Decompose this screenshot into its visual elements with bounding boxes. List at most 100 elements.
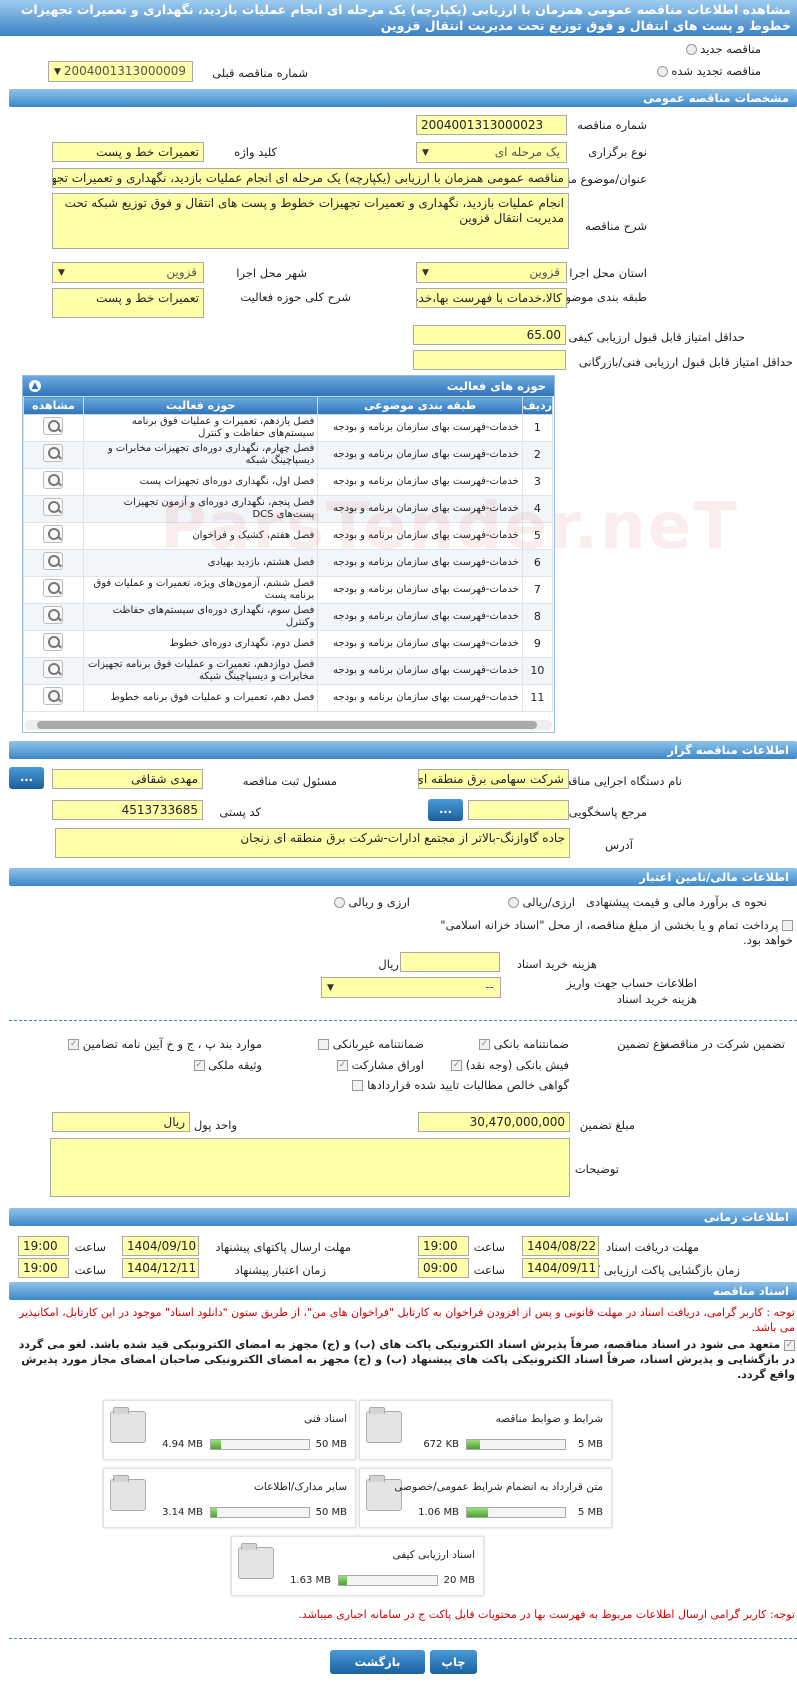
keyword-label: کلید واژه — [234, 145, 277, 159]
magnifier-icon[interactable] — [43, 471, 64, 489]
row-number: 5 — [521, 522, 554, 550]
time-label: ساعت — [473, 1263, 505, 1277]
title-field: مناقصه عمومی همزمان با ارزیابی (یکپارچه)… — [52, 168, 569, 188]
type-select[interactable]: یک مرحله ای ▼ — [416, 142, 567, 163]
account-label: اطلاعات حساب جهت واریز هزینه خرید اسناد — [566, 976, 697, 1006]
magnifier-icon[interactable] — [43, 606, 64, 624]
city-label: شهر محل اجرا — [236, 266, 307, 280]
magnifier-icon[interactable] — [43, 498, 64, 516]
row-number: 3 — [521, 468, 554, 496]
table-row: 3 خدمات-فهرست بهای سازمان برنامه و بودجه ف… — [23, 468, 554, 496]
row-area: فصل دهم، تعمیرات و عملیات فوق برنامه خطو… — [82, 684, 319, 712]
file-box[interactable]: متن قرارداد به انضمام شرایط عمومی/خصوصی 5… — [359, 1468, 612, 1528]
city-select[interactable]: قزوین ▼ — [52, 262, 204, 283]
view-cell — [23, 657, 84, 685]
row-number: 4 — [521, 495, 554, 523]
folder-icon — [366, 1407, 402, 1443]
tender-number-field: 2004001313000023 — [416, 115, 567, 135]
magnifier-icon[interactable] — [43, 552, 64, 570]
doc-cost-unit: ریال — [378, 957, 399, 971]
file-name: اسناد ارزیابی کیفی — [392, 1549, 475, 1561]
file-size: 1.06 MB — [418, 1507, 459, 1518]
currency-field: ریال — [52, 1112, 190, 1132]
prev-number-select[interactable]: 2004001313000009 ▼ — [48, 61, 193, 82]
valid-date-field: 1404/12/11 — [122, 1258, 199, 1278]
opt1-label: ارزی/ریالی — [522, 895, 575, 909]
row-area: فصل هفتم، کشیک و فراخوان — [82, 522, 319, 550]
renewed-tender-radio[interactable]: مناقصه تجدید شده — [656, 64, 761, 78]
guarantee-option[interactable]: ضمانتنامه غیربانکی — [318, 1037, 424, 1051]
row-area: فصل چهارم، نگهداری دوره‌ای تجهیزات مخابر… — [82, 441, 319, 469]
address-field: جاده گاوازنگ-بالاتر از مجتمع ادارات-شرکت… — [55, 828, 570, 858]
magnifier-icon[interactable] — [43, 444, 64, 462]
responsible-label: مسئول ثبت مناقصه — [242, 774, 337, 788]
estimate-option-2[interactable]: ارزی و ریالی — [333, 895, 410, 909]
currency-label: واحد پول — [193, 1118, 237, 1132]
magnifier-icon[interactable] — [43, 579, 64, 597]
collapse-icon[interactable]: ▲ — [29, 380, 41, 392]
row-category: خدمات-فهرست بهای سازمان برنامه و بودجه — [317, 441, 523, 469]
file-size-bar — [466, 1439, 566, 1450]
checkbox-icon: ✓ — [784, 1339, 795, 1351]
checkbox-icon: ✓ — [478, 1039, 490, 1050]
print-button[interactable]: چاپ — [430, 1650, 477, 1674]
guarantee-option[interactable]: فیش بانکی (وجه نقد) ✓ — [451, 1058, 569, 1072]
magnifier-icon[interactable] — [43, 660, 64, 678]
guarantee-item-label: ضمانتنامه بانکی — [493, 1037, 569, 1051]
guarantee-item-label: ضمانتنامه غیربانکی — [332, 1037, 424, 1051]
commitment-checkbox[interactable]: ✓ متعهد می شود در اسناد مناقصه، صرفاً پذ… — [5, 1337, 795, 1382]
prev-number-label: شماره مناقصه قبلی — [212, 66, 308, 80]
checkbox-icon — [318, 1039, 330, 1050]
chevron-down-icon: ▼ — [422, 148, 429, 158]
time-label: ساعت — [473, 1240, 505, 1254]
account-select[interactable]: -- ▼ — [321, 977, 501, 998]
responsible-lookup-button[interactable]: ... — [9, 767, 44, 789]
province-select[interactable]: قزوین ▼ — [416, 262, 567, 283]
ref-lookup-button[interactable]: ... — [428, 799, 463, 821]
row-number: 11 — [521, 684, 554, 712]
radio-icon — [656, 66, 668, 77]
treasury-checkbox[interactable]: پرداخت تمام و یا بخشی از مبلغ مناقصه، از… — [433, 918, 793, 948]
scrollbar-thumb[interactable] — [37, 721, 537, 729]
docs-note-1: توجه : کاربر گرامی، دریافت اسناد در مهلت… — [18, 1306, 795, 1334]
file-box[interactable]: اسناد ارزیابی کیفی 20 MB 1.63 MB — [231, 1536, 484, 1596]
guarantee-option[interactable]: وثیقه ملکی ✓ — [193, 1058, 262, 1072]
magnifier-icon[interactable] — [43, 687, 64, 705]
file-box[interactable]: سایر مدارک/اطلاعات 50 MB 3.14 MB — [103, 1468, 356, 1528]
row-category: خدمات-فهرست بهای سازمان برنامه و بودجه — [317, 549, 523, 577]
activities-header: حوزه های فعالیت ▲ — [23, 376, 554, 396]
row-category: خدمات-فهرست بهای سازمان برنامه و بودجه — [317, 414, 523, 442]
checkbox-icon: ✓ — [337, 1060, 349, 1071]
back-button[interactable]: بازگشت — [330, 1650, 425, 1674]
province-value: قزوین — [529, 265, 560, 279]
view-cell — [23, 603, 84, 631]
send-date-field: 1404/09/10 — [122, 1236, 199, 1256]
open-date-field: 1404/09/11 — [522, 1258, 599, 1278]
min-tech-label: حداقل امتیاز قابل قبول ارزیابی فنی/بازرگ… — [578, 355, 793, 369]
tender-number-label: شماره مناقصه — [577, 118, 647, 132]
table-row: 7 خدمات-فهرست بهای سازمان برنامه و بودجه ف… — [23, 576, 554, 604]
renewed-tender-label: مناقصه تجدید شده — [671, 64, 761, 78]
file-box[interactable]: اسناد فنی 50 MB 4.94 MB — [103, 1400, 356, 1460]
new-tender-radio[interactable]: مناقصه جدید — [685, 42, 761, 56]
receive-date-field: 1404/08/22 — [522, 1236, 599, 1256]
guarantee-option[interactable]: ضمانتنامه بانکی ✓ — [478, 1037, 569, 1051]
view-cell — [23, 549, 84, 577]
magnifier-icon[interactable] — [43, 633, 64, 651]
receive-label: مهلت دریافت اسناد — [606, 1240, 699, 1254]
divider — [9, 1020, 797, 1021]
min-quality-label: حداقل امتیاز قابل قبول ارزیابی کیفی — [568, 330, 746, 344]
notes-field — [50, 1138, 570, 1197]
file-size-bar — [338, 1575, 438, 1586]
file-size-fill — [467, 1440, 480, 1449]
horizontal-scrollbar[interactable] — [25, 720, 552, 730]
guarantee-option[interactable]: موارد بند پ ، ج و خ آیین نامه تضامین ✓ — [68, 1037, 262, 1051]
type-label: نوع برگزاری — [588, 145, 647, 159]
magnifier-icon[interactable] — [43, 525, 64, 543]
view-cell — [23, 522, 84, 550]
magnifier-icon[interactable] — [43, 417, 64, 435]
guarantee-option[interactable]: گواهی خالص مطالبات تایید شده قراردادها — [352, 1078, 569, 1092]
guarantee-option[interactable]: اوراق مشارکت ✓ — [337, 1058, 424, 1072]
estimate-option-1[interactable]: ارزی/ریالی — [507, 895, 575, 909]
file-box[interactable]: شرایط و ضوابط مناقصه 5 MB 672 KB — [359, 1400, 612, 1460]
